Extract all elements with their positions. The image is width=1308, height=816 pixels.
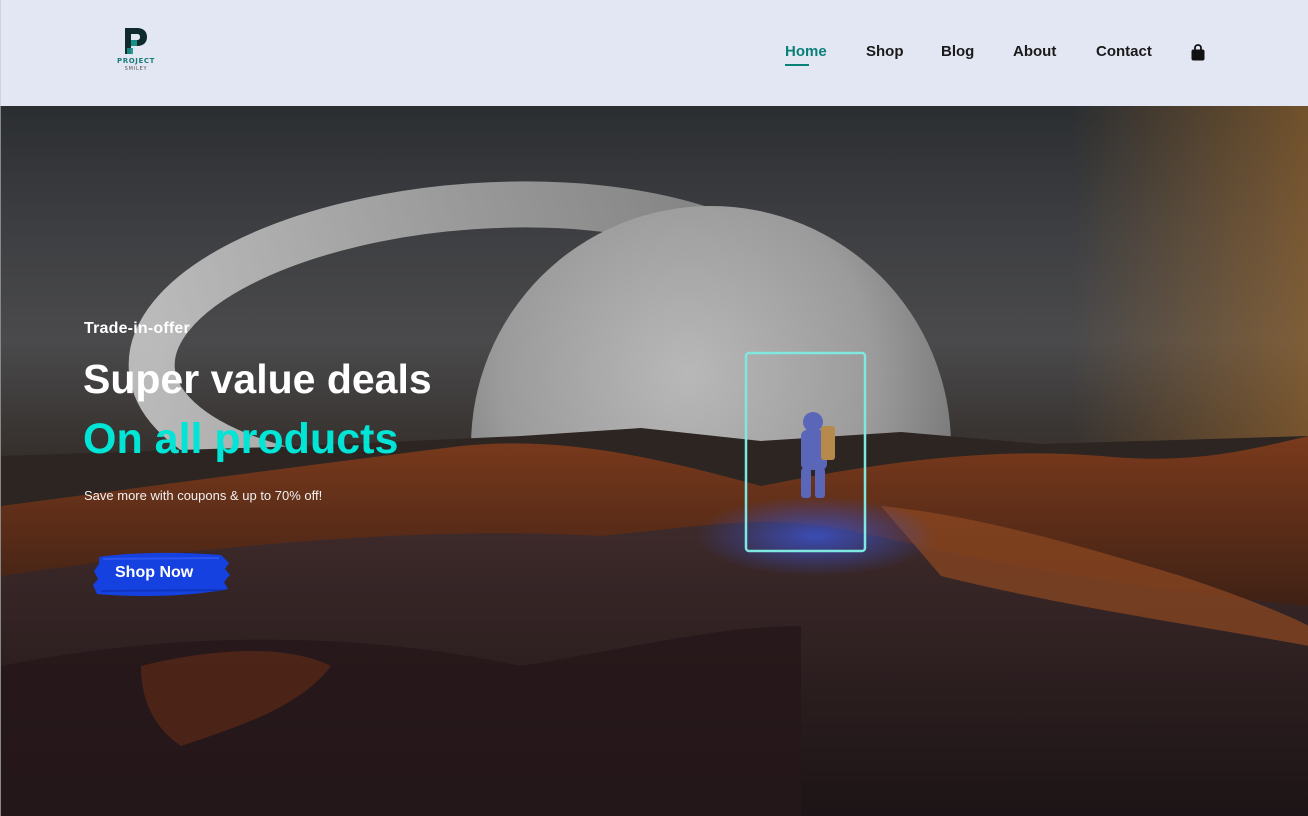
- hero-eyebrow: Trade-in-offer: [84, 320, 190, 337]
- shop-now-label: Shop Now: [115, 564, 194, 581]
- hero-headline: Super value deals: [83, 356, 432, 402]
- brand-subname: SMILEY: [124, 66, 148, 72]
- nav-blog[interactable]: Blog: [941, 43, 974, 60]
- shopping-bag-icon[interactable]: [1190, 44, 1206, 61]
- site-header: PROJECT SMILEY Home Shop Blog About Cont…: [0, 0, 1308, 106]
- nav-shop[interactable]: Shop: [866, 43, 904, 60]
- hero-subtext: Save more with coupons & up to 70% off!: [84, 488, 323, 503]
- nav-active-indicator: [785, 64, 809, 66]
- logo-mark-icon: [125, 28, 147, 54]
- nav-about[interactable]: About: [1013, 43, 1056, 60]
- shop-now-button[interactable]: Shop Now: [93, 549, 231, 599]
- hero-headline-accent: On all products: [83, 415, 399, 463]
- nav-home[interactable]: Home: [785, 43, 827, 60]
- nav-contact[interactable]: Contact: [1096, 43, 1152, 60]
- brand-logo[interactable]: PROJECT SMILEY: [115, 26, 157, 78]
- hero-banner: Trade-in-offer Super value deals On all …: [0, 106, 1308, 816]
- brand-name: PROJECT: [117, 57, 155, 65]
